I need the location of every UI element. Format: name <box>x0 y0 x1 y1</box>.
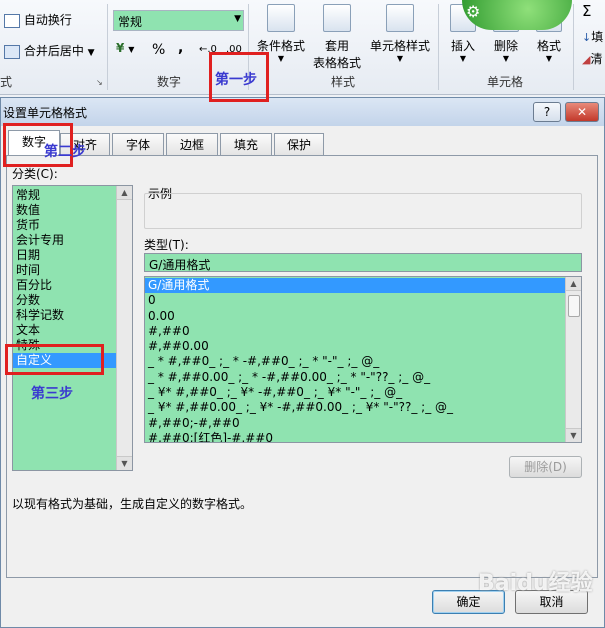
category-item[interactable]: 百分比 <box>13 278 116 293</box>
tab-font[interactable]: 字体 <box>112 133 164 155</box>
autosum-button[interactable]: Σ <box>582 2 591 20</box>
format-code-item[interactable]: G/通用格式 <box>145 278 565 294</box>
clear-label: 清 <box>590 52 603 66</box>
format-scrollbar[interactable]: ▲ ▼ <box>565 277 581 442</box>
gear-icon: ⚙ <box>466 2 481 21</box>
number-format-value: 常规 <box>118 15 143 29</box>
cell-styles-button[interactable]: 单元格样式 ▼ <box>369 4 431 63</box>
dialog-titlebar[interactable]: 设置单元格格式 ? ✕ <box>1 98 604 126</box>
help-icon: ? <box>543 105 551 119</box>
format-code-item[interactable]: 0 <box>145 293 565 308</box>
clear-button[interactable]: ◢清 <box>582 50 602 67</box>
wrap-text-label: 自动换行 <box>23 13 72 27</box>
table-format-label-2: 表格格式 <box>312 56 361 70</box>
alignment-group-label: 式 <box>0 75 13 89</box>
description-text: 以现有格式为基础，生成自定义的数字格式。 <box>12 497 253 511</box>
ribbon: 自动换行 合并后居中 ▼ 式 ↘ 常规 ▼ ¥ ▼ % , ←.0 .00 数字… <box>0 0 605 95</box>
fill-button[interactable]: ↓填 <box>582 28 603 45</box>
chevron-down-icon[interactable]: ▼ <box>88 48 95 58</box>
category-item[interactable]: 分数 <box>13 293 116 308</box>
chevron-down-icon[interactable]: ▼ <box>234 14 241 24</box>
format-code-list[interactable]: G/通用格式 0 0.00 #,##0 #,##0.00 _ * #,##0_ ;_ * … <box>144 276 582 443</box>
annotation-step1: 第一步 <box>215 72 257 88</box>
cells-group-label: 单元格 <box>487 75 524 89</box>
percent-style-button[interactable]: % <box>152 42 165 58</box>
category-item[interactable]: 时间 <box>13 263 116 278</box>
format-code-item[interactable]: #,##0;[红色]-#,##0 <box>145 431 565 442</box>
chevron-down-icon: ▼ <box>545 54 553 63</box>
insert-label: 插入 <box>450 39 475 53</box>
format-code-item[interactable]: _ ¥* #,##0_ ;_ ¥* -#,##0_ ;_ ¥* "-"_ ;_ … <box>145 385 565 400</box>
wrap-text-icon <box>4 13 20 28</box>
dialog-launcher-icon[interactable]: ↘ <box>96 78 103 87</box>
scroll-up-icon[interactable]: ▲ <box>566 277 581 291</box>
format-code-item[interactable]: _ ¥* #,##0.00_ ;_ ¥* -#,##0.00_ ;_ ¥* "-… <box>145 400 565 415</box>
cell-styles-label: 单元格样式 <box>369 39 430 53</box>
type-input[interactable]: G/通用格式 <box>144 253 582 272</box>
annotation-step3: 第三步 <box>31 386 73 402</box>
table-format-label-1: 套用 <box>324 39 349 53</box>
group-separator <box>573 4 574 90</box>
category-item[interactable]: 常规 <box>13 188 116 203</box>
watermark: Baidu经验 <box>478 571 593 596</box>
chevron-down-icon: ▼ <box>459 54 467 63</box>
annotation-step2: 第二步 <box>44 144 86 160</box>
conditional-format-icon <box>267 4 295 32</box>
group-separator <box>107 4 108 90</box>
format-code-item[interactable]: _ * #,##0.00_ ;_ * -#,##0.00_ ;_ * "-"??… <box>145 370 565 385</box>
styles-group-label: 样式 <box>331 75 356 89</box>
category-scrollbar[interactable]: ▲ ▼ <box>116 186 132 470</box>
close-icon: ✕ <box>576 105 588 119</box>
chevron-down-icon: ▼ <box>502 54 510 63</box>
merge-center-icon <box>4 44 20 59</box>
format-code-item[interactable]: #,##0;-#,##0 <box>145 416 565 431</box>
format-code-item[interactable]: #,##0.00 <box>145 339 565 354</box>
format-label: 格式 <box>536 39 561 53</box>
fill-down-icon: ↓ <box>582 31 592 44</box>
group-separator <box>438 4 439 90</box>
close-button[interactable]: ✕ <box>565 102 599 122</box>
table-format-icon <box>323 4 351 32</box>
chevron-down-icon: ▼ <box>396 54 404 63</box>
format-code-item[interactable]: _ * #,##0_ ;_ * -#,##0_ ;_ * "-"_ ;_ @_ <box>145 354 565 369</box>
category-item[interactable]: 数值 <box>13 203 116 218</box>
cell-styles-icon <box>386 4 414 32</box>
merge-center-button[interactable]: 合并后居中 ▼ <box>4 42 95 59</box>
category-item[interactable]: 文本 <box>13 323 116 338</box>
type-input-value: G/通用格式 <box>149 258 211 272</box>
delete-label: 删除 <box>493 39 518 53</box>
scroll-thumb[interactable] <box>568 295 580 317</box>
currency-icon: ¥ <box>116 41 125 55</box>
category-list[interactable]: 常规 数值 货币 会计专用 日期 时间 百分比 分数 科学记数 文本 特殊 自定义 ▲ ▼ <box>12 185 133 471</box>
delete-format-button[interactable]: 删除(D) <box>509 456 582 478</box>
category-label: 分类(C): <box>12 167 58 181</box>
number-format-select[interactable]: 常规 ▼ <box>113 10 244 31</box>
chevron-down-icon: ▼ <box>128 45 135 54</box>
format-code-item[interactable]: 0.00 <box>145 309 565 324</box>
format-code-item[interactable]: #,##0 <box>145 324 565 339</box>
category-item[interactable]: 货币 <box>13 218 116 233</box>
tab-fill[interactable]: 填充 <box>220 133 272 155</box>
currency-format-button[interactable]: ¥ ▼ <box>116 41 134 55</box>
category-item[interactable]: 日期 <box>13 248 116 263</box>
scroll-up-icon[interactable]: ▲ <box>117 186 132 200</box>
sample-box <box>144 193 582 229</box>
annotation-box-step3 <box>5 344 104 375</box>
scroll-down-icon[interactable]: ▼ <box>117 456 132 470</box>
category-item[interactable]: 会计专用 <box>13 233 116 248</box>
category-item[interactable]: 科学记数 <box>13 308 116 323</box>
tab-border[interactable]: 边框 <box>166 133 218 155</box>
wrap-text-button[interactable]: 自动换行 <box>4 11 72 28</box>
type-label: 类型(T): <box>144 238 189 252</box>
merge-center-label: 合并后居中 <box>23 44 84 58</box>
tab-protection[interactable]: 保护 <box>274 133 324 155</box>
dialog-title: 设置单元格格式 <box>3 106 88 120</box>
comma-style-button[interactable]: , <box>178 40 183 56</box>
help-button[interactable]: ? <box>533 102 561 122</box>
number-group-label: 数字 <box>157 75 182 89</box>
scroll-down-icon[interactable]: ▼ <box>566 428 581 442</box>
fill-label: 填 <box>591 30 604 44</box>
table-format-button[interactable]: 套用 表格格式 <box>309 4 365 71</box>
